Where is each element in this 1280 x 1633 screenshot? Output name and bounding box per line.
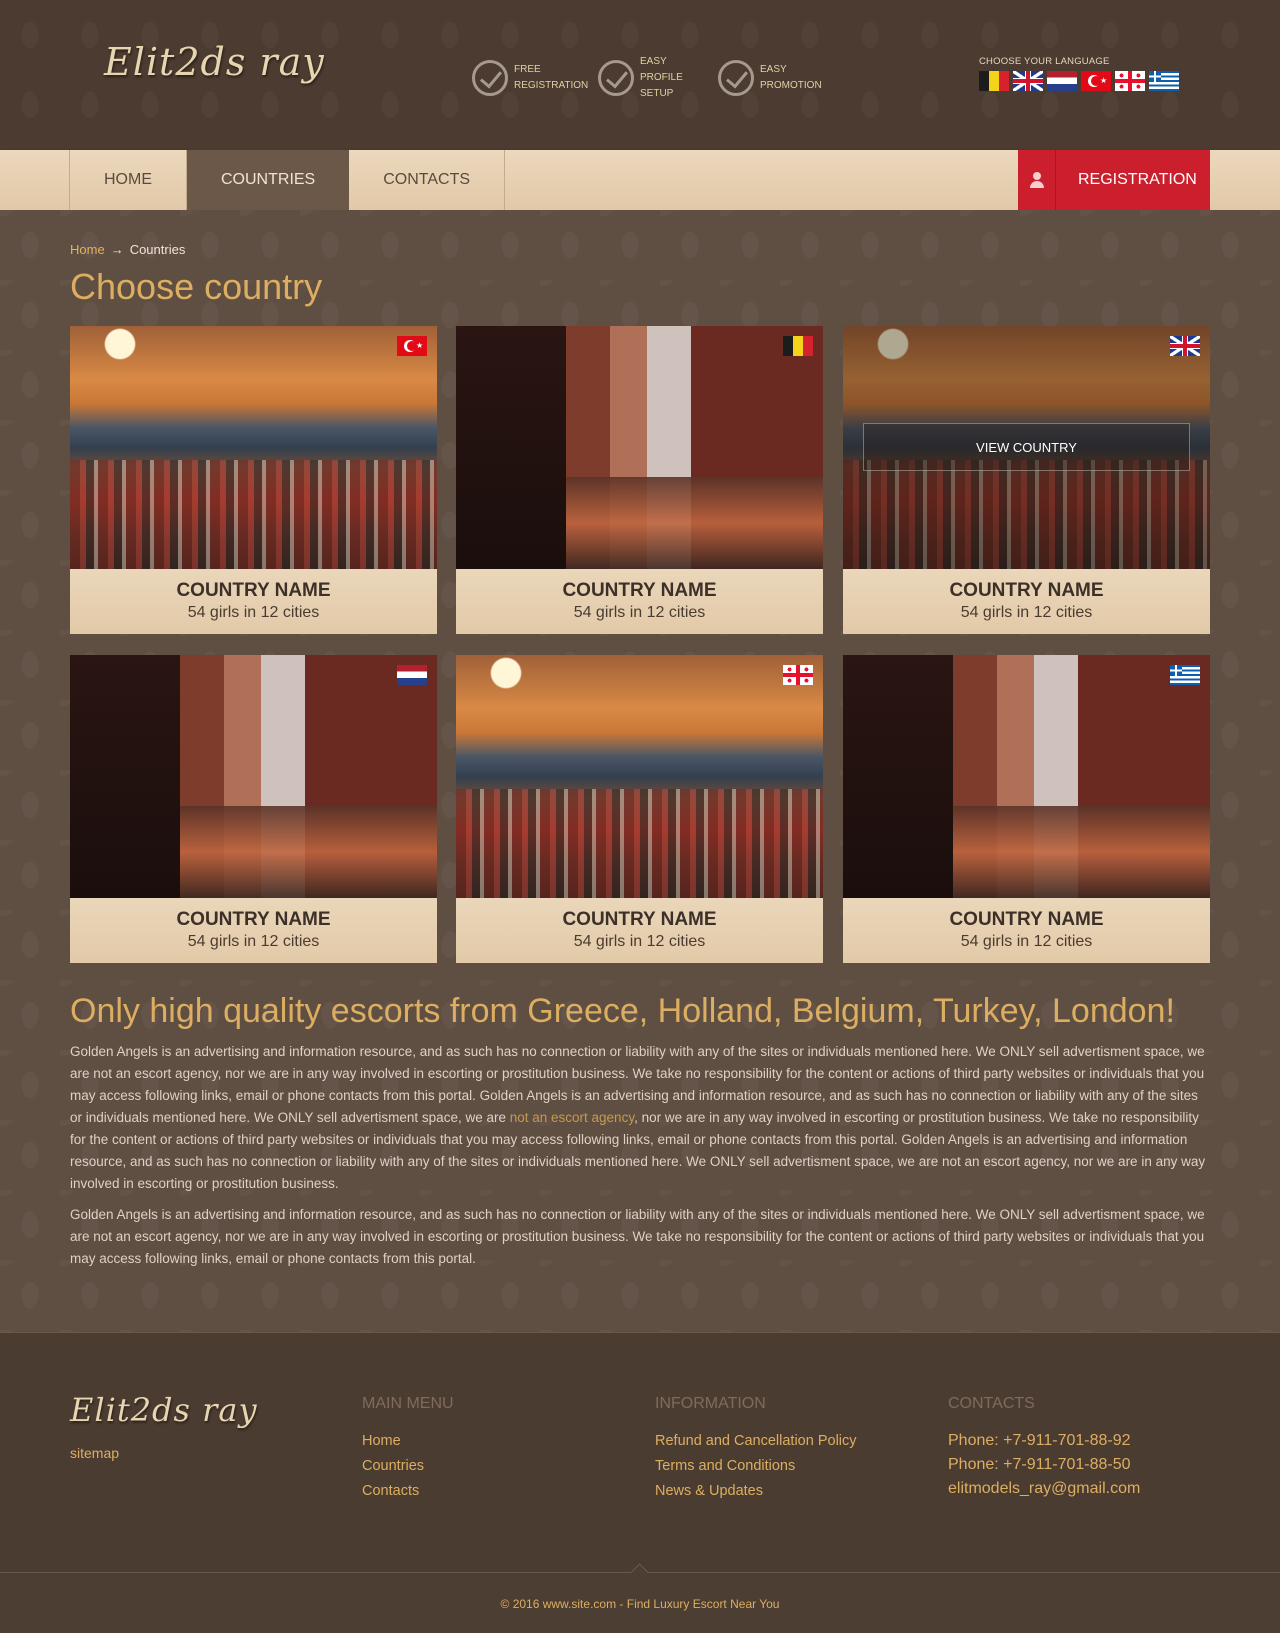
nav-countries[interactable]: COUNTRIES [187,150,350,210]
header: Elit2ds ray FREE REGISTRATION EASY PROFI… [0,0,1280,150]
country-name[interactable]: COUNTRY NAME [843,909,1210,931]
feature-easy-promotion: EASY PROMOTION [718,54,828,102]
footer-column-title: MAIN MENU [362,1395,454,1412]
breadcrumb-home[interactable]: Home [70,242,105,257]
footer-column-title: INFORMATION [655,1395,766,1412]
breadcrumb-arrow-icon: → [110,242,124,257]
georgia-flag-icon[interactable] [1115,71,1145,91]
footer-phone-2[interactable]: Phone: +7-911-701-88-50 [948,1453,1140,1477]
language-selector: CHOOSE YOUR LANGUAGE ★ [979,56,1179,91]
country-count: 54 girls in 12 cities [573,604,706,621]
copyright: © 2016 www.site.com - Find Luxury Escort… [500,1597,780,1611]
uk-flag-icon [1170,336,1200,356]
netherlands-flag-icon [397,665,427,685]
breadcrumb: Home → Countries [70,242,185,257]
footer-email[interactable]: elitmodels_ray@gmail.com [948,1477,1140,1501]
country-photo [456,655,823,898]
country-card[interactable]: COUNTRY NAME 54 girls in 12 cities [70,655,437,963]
uk-flag-icon[interactable] [1013,71,1043,91]
belgium-flag-icon [783,336,813,356]
registration-button[interactable]: REGISTRATION [1018,150,1210,210]
country-count: 54 girls in 12 cities [573,933,706,950]
check-icon [472,60,508,96]
feature-line: FREE [514,64,541,75]
country-count: 54 girls in 12 cities [960,933,1093,950]
nav-home[interactable]: HOME [70,150,187,210]
country-card[interactable]: COUNTRY NAME 54 girls in 12 cities [843,655,1210,963]
footer-phone-1[interactable]: Phone: +7-911-701-88-92 [948,1429,1140,1453]
footer-link-terms[interactable]: Terms and Conditions [655,1454,857,1479]
country-name[interactable]: COUNTRY NAME [70,909,437,931]
view-country-button[interactable]: VIEW COUNTRY [863,423,1190,471]
registration-label: REGISTRATION [1078,171,1197,188]
seo-text: Golden Angels is an advertising and info… [70,1041,1210,1279]
country-photo: VIEW COUNTRY [843,326,1210,569]
footer-contacts: CONTACTS Phone: +7-911-701-88-92 Phone: … [948,1395,1140,1501]
footer-information: INFORMATION Refund and Cancellation Poli… [655,1395,857,1504]
footer-logo[interactable]: Elit2ds ray [70,1391,258,1429]
country-name[interactable]: COUNTRY NAME [456,580,823,602]
language-label: CHOOSE YOUR LANGUAGE [979,56,1110,67]
netherlands-flag-icon[interactable] [1047,71,1077,91]
country-name[interactable]: COUNTRY NAME [456,909,823,931]
country-name[interactable]: COUNTRY NAME [843,580,1210,602]
country-photo: ★ [70,326,437,569]
footer-main-menu: MAIN MENU Home Countries Contacts [362,1395,454,1504]
seo-paragraph: Golden Angels is an advertising and info… [70,1044,1206,1191]
country-card[interactable]: COUNTRY NAME 54 girls in 12 cities [456,326,823,634]
country-photo [456,326,823,569]
sitemap-link[interactable]: sitemap [70,1445,119,1461]
site-logo[interactable]: Elit2ds ray [104,40,325,84]
country-name[interactable]: COUNTRY NAME [70,580,437,602]
turkey-flag-icon[interactable]: ★ [1081,71,1111,91]
feature-easy-profile-setup: EASY PROFILE SETUP [598,54,708,102]
breadcrumb-current: Countries [129,242,186,257]
footer-column-title: CONTACTS [948,1395,1035,1412]
footer-link-countries[interactable]: Countries [362,1454,454,1479]
footer-link-news[interactable]: News & Updates [655,1479,857,1504]
footer-link-contacts[interactable]: Contacts [362,1479,454,1504]
feature-free-registration: FREE REGISTRATION [472,54,588,102]
seo-paragraph: Golden Angels is an advertising and info… [70,1207,1205,1266]
country-card[interactable]: ★ COUNTRY NAME 54 girls in 12 cities [70,326,437,634]
georgia-flag-icon [783,665,813,685]
country-card[interactable]: COUNTRY NAME 54 girls in 12 cities [456,655,823,963]
main-content: Home → Countries Choose country ★ COUNTR… [0,210,1280,1332]
feature-line: REGISTRATION [514,80,589,91]
footer-link-refund[interactable]: Refund and Cancellation Policy [655,1429,857,1454]
country-count: 54 girls in 12 cities [187,604,320,621]
belgium-flag-icon[interactable] [979,71,1009,91]
user-icon [1029,172,1044,188]
country-count: 54 girls in 12 cities [187,933,320,950]
escort-agency-link[interactable]: not an escort agency [510,1110,634,1125]
greece-flag-icon[interactable] [1149,71,1179,91]
nav-contacts[interactable]: CONTACTS [349,150,506,210]
footer-link-home[interactable]: Home [362,1429,454,1454]
country-count: 54 girls in 12 cities [960,604,1093,621]
feature-list: FREE REGISTRATION EASY PROFILE SETUP EAS… [472,54,828,102]
country-photo [70,655,437,898]
greece-flag-icon [1170,665,1200,685]
feature-line: EASY [640,56,667,67]
page-title: Choose country [70,266,323,307]
check-icon [598,60,634,96]
main-navigation: HOME COUNTRIES CONTACTS REGISTRATION [0,150,1280,210]
bottom-bar: © 2016 www.site.com - Find Luxury Escort… [0,1563,1280,1633]
feature-line: PROMOTION [760,80,822,91]
country-card[interactable]: VIEW COUNTRY COUNTRY NAME 54 girls in 12… [843,326,1210,634]
turkey-flag-icon: ★ [397,336,427,356]
check-icon [718,60,754,96]
country-photo [843,655,1210,898]
seo-heading: Only high quality escorts from Greece, H… [70,992,1175,1030]
feature-line: EASY [760,64,787,75]
footer: Elit2ds ray sitemap MAIN MENU Home Count… [0,1332,1280,1572]
feature-line: PROFILE SETUP [640,72,683,99]
